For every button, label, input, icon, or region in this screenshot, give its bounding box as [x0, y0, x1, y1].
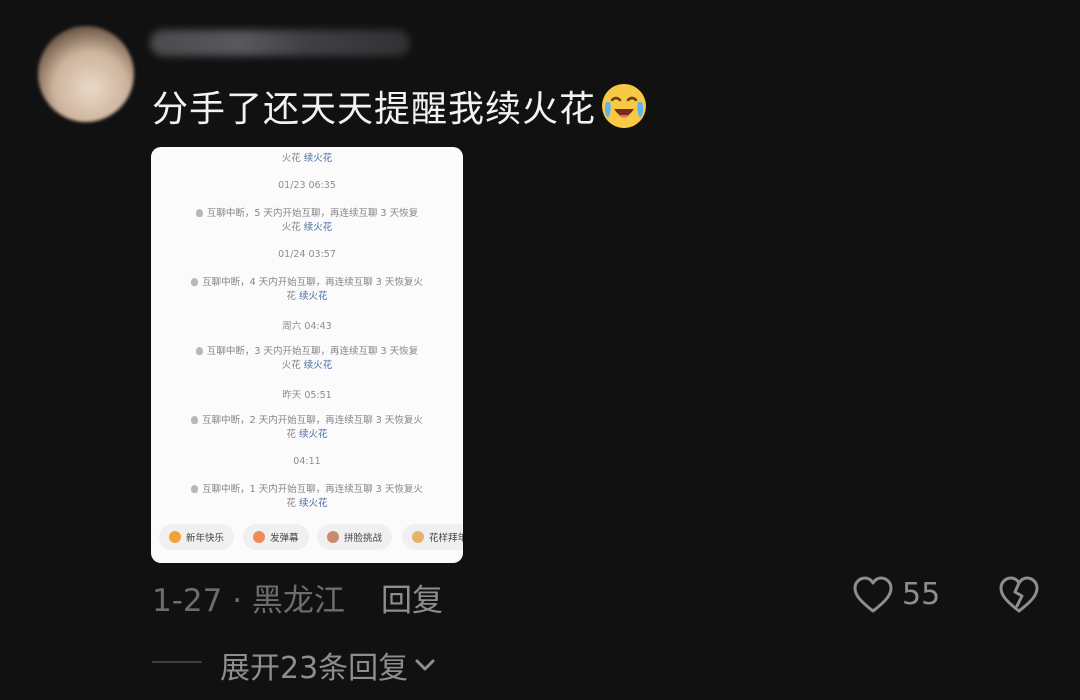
flame-icon — [191, 416, 199, 424]
divider-line — [152, 661, 202, 663]
timestamp: 昨天 05:51 — [282, 390, 332, 401]
danmaku-icon — [253, 531, 265, 543]
flame-icon — [195, 209, 203, 217]
chat-screenshot-image[interactable]: 火花 续火花 01/23 06:35 互聊中断，5 天内开始互聊，再连续互聊 3… — [151, 147, 463, 563]
message-fragment: 火花 续火花 — [281, 153, 333, 164]
chevron-down-icon — [415, 659, 435, 671]
renew-link[interactable]: 续火花 — [299, 498, 328, 509]
flame-icon — [191, 485, 199, 493]
timestamp: 04:11 — [293, 456, 321, 467]
comment-text: 分手了还天天提醒我续火花 — [152, 80, 648, 132]
expand-replies-label: 展开23条回复 — [220, 651, 409, 686]
comment-date-location: 1-27 · 黑龙江 — [152, 583, 345, 619]
face-icon — [327, 531, 339, 543]
quick-reply-chip[interactable]: 发弹幕 — [243, 524, 309, 550]
system-message: 互聊中断，2 天内开始互聊，再连续互聊 3 天恢复火 花 续火花 — [151, 414, 463, 442]
hands-icon — [412, 531, 424, 543]
renew-link[interactable]: 续火花 — [304, 360, 333, 371]
flame-icon — [195, 347, 203, 355]
quick-reply-chip[interactable]: 新年快乐 — [159, 524, 235, 550]
renew-link[interactable]: 续火花 — [299, 429, 328, 440]
quick-reply-chip[interactable]: 拼脸挑战 — [317, 524, 393, 550]
crying-laughing-emoji-icon — [600, 82, 648, 130]
system-message: 互聊中断，3 天内开始互聊，再连续互聊 3 天恢复 火花 续火花 — [151, 345, 463, 373]
reply-button[interactable]: 回复 — [381, 575, 443, 620]
broken-heart-icon[interactable] — [998, 576, 1040, 614]
system-message: 互聊中断，1 天内开始互聊，再连续互聊 3 天恢复火 花 续火花 — [151, 483, 463, 511]
quick-reply-chip[interactable]: 花样拜年 — [402, 524, 463, 550]
like-count: 55 — [902, 577, 941, 612]
system-message: 互聊中断，4 天内开始互聊，再连续互聊 3 天恢复火 花 续火花 — [151, 276, 463, 304]
username-blurred[interactable] — [150, 30, 410, 56]
renew-link[interactable]: 续火花 — [304, 222, 333, 233]
expand-replies-button[interactable]: 展开23条回复 — [220, 643, 436, 687]
timestamp: 01/24 03:57 — [278, 249, 336, 260]
comment-body: 分手了还天天提醒我续火花 — [152, 89, 597, 130]
heart-icon[interactable] — [852, 576, 894, 614]
avatar[interactable] — [38, 26, 134, 122]
timestamp: 01/23 06:35 — [278, 180, 336, 191]
timestamp: 周六 04:43 — [282, 321, 332, 332]
cake-icon — [169, 531, 181, 543]
system-message: 互聊中断，5 天内开始互聊，再连续互聊 3 天恢复 火花 续火花 — [151, 207, 463, 235]
renew-link[interactable]: 续火花 — [299, 291, 328, 302]
flame-icon — [191, 278, 199, 286]
